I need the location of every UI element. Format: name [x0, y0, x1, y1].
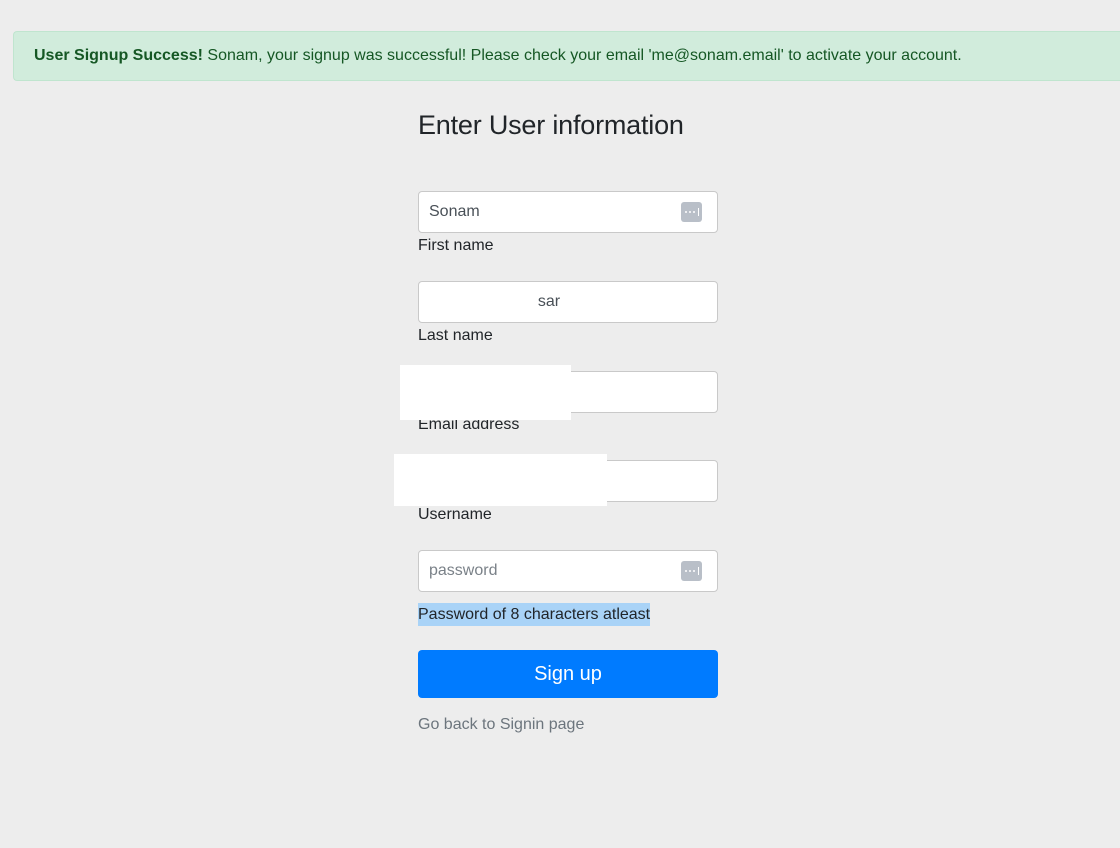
- last-name-field[interactable]: [418, 281, 718, 323]
- redaction-overlay: [394, 454, 607, 506]
- page-title: Enter User information: [418, 110, 684, 140]
- username-label: Username: [418, 506, 492, 523]
- last-name-label: Last name: [418, 327, 493, 344]
- password-manager-key-icon[interactable]: [681, 561, 702, 581]
- password-field[interactable]: [418, 550, 718, 592]
- first-name-input[interactable]: [419, 192, 717, 232]
- sign-up-button[interactable]: Sign up: [418, 650, 718, 698]
- first-name-label: First name: [418, 237, 494, 254]
- redaction-overlay: [400, 365, 571, 420]
- alert-title: User Signup Success!: [34, 47, 203, 64]
- password-input[interactable]: [419, 551, 717, 591]
- signup-success-alert: User Signup Success! Sonam, your signup …: [13, 31, 1120, 81]
- last-name-input[interactable]: [419, 282, 717, 322]
- first-name-field[interactable]: [418, 191, 718, 233]
- alert-message: Sonam, your signup was successful! Pleas…: [207, 47, 962, 64]
- password-hint: Password of 8 characters atleast: [418, 603, 651, 626]
- password-manager-key-icon[interactable]: [681, 202, 702, 222]
- back-to-signin-link[interactable]: Go back to Signin page: [418, 716, 584, 734]
